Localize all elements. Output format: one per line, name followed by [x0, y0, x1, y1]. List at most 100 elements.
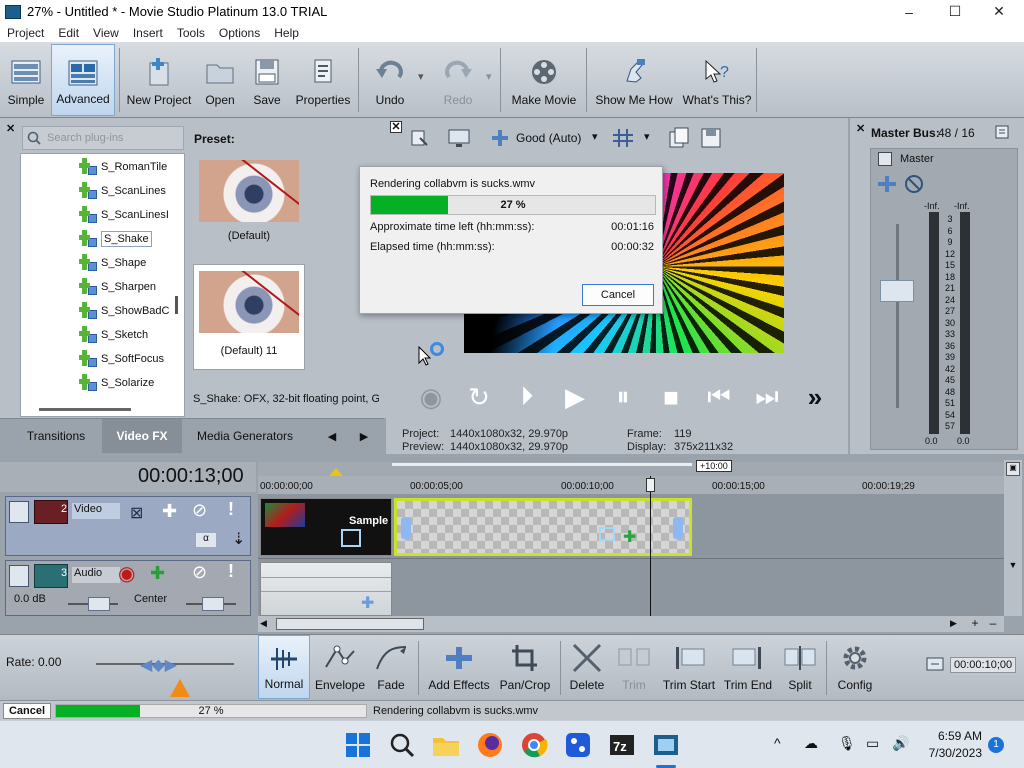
trim-start-button[interactable]: Trim Start [660, 635, 718, 699]
list-item[interactable]: S_ShowBadC [79, 300, 170, 322]
track-fx-icon[interactable]: ✚ [150, 563, 165, 584]
go-to-end-icon[interactable]: ⏭ [750, 380, 784, 414]
solo-icon[interactable]: ! [228, 499, 234, 520]
movie-studio-taskbar-icon[interactable] [650, 729, 682, 761]
track-name[interactable]: Audio [72, 567, 120, 583]
track-fx-icon[interactable]: ✚ [162, 501, 177, 522]
pan-slider[interactable] [202, 597, 224, 611]
search-icon[interactable] [386, 729, 418, 761]
list-item[interactable]: S_Sharpen [79, 276, 156, 298]
video-event[interactable]: Sample [260, 498, 392, 556]
simple-button[interactable]: Simple [2, 44, 50, 116]
undo-dropdown-icon[interactable]: ▾ [418, 70, 424, 83]
video-track-header[interactable]: 2 Video ⊠ ✚ ⊘ ! α ⇣ [5, 496, 251, 556]
alpha-icon[interactable]: α [196, 533, 216, 547]
scroll-left-icon[interactable]: ◀ [260, 618, 272, 630]
search-input[interactable]: Search plug-ins [22, 126, 184, 150]
grid-icon[interactable] [612, 128, 634, 148]
properties-button[interactable]: Properties [292, 44, 354, 116]
audio-track-header[interactable]: 3 Audio ◉ ✚ ⊘ ! 0.0 dB Center [5, 560, 251, 616]
make-movie-button[interactable]: Make Movie [508, 44, 580, 116]
rate-slider-thumb[interactable]: ◀◆▶ [140, 655, 177, 675]
chevron-down-icon[interactable]: ▾ [592, 130, 598, 143]
play-icon[interactable]: ▶ [558, 380, 592, 414]
preset-default-11[interactable]: (Default) 11 [193, 264, 305, 370]
timeline-horizontal-scrollbar[interactable]: ◀ ▶ + – [258, 616, 1004, 632]
tab-video-fx[interactable]: Video FX [102, 419, 182, 453]
list-item[interactable]: S_SoftFocus [79, 348, 164, 370]
record-icon[interactable]: ◉ [414, 380, 448, 414]
menu-options[interactable]: Options [212, 26, 267, 40]
volume-slider[interactable] [88, 597, 110, 611]
notification-badge[interactable]: 1 [988, 737, 1004, 753]
play-from-start-icon[interactable]: ⏵ [510, 380, 544, 414]
horizontal-scrollbar[interactable] [39, 408, 131, 411]
mute-icon[interactable]: ⊘ [192, 562, 207, 583]
config-button[interactable]: Config [832, 635, 878, 699]
envelope-tool-button[interactable]: Envelope [314, 635, 366, 699]
menu-tools[interactable]: Tools [170, 26, 212, 40]
whats-this-button[interactable]: ? What's This? [682, 44, 752, 116]
list-item[interactable]: S_Solarize [79, 372, 154, 394]
loop-icon[interactable]: ↻ [462, 380, 496, 414]
master-close-icon[interactable]: ✕ [856, 122, 865, 135]
pan-crop-button[interactable]: Pan/Crop [496, 635, 554, 699]
solo-icon[interactable]: ! [228, 561, 234, 582]
go-to-start-icon[interactable]: ⏮ [702, 380, 736, 414]
status-cancel-button[interactable]: Cancel [3, 702, 51, 719]
tab-media-generators[interactable]: Media Generators [190, 419, 300, 453]
mixer-properties-icon[interactable] [994, 124, 1010, 140]
pause-icon[interactable]: ⏸ [606, 380, 640, 414]
trim-handle-left[interactable] [401, 517, 411, 539]
compositing-mode-icon[interactable]: ⊠ [130, 503, 143, 523]
menu-insert[interactable]: Insert [126, 26, 170, 40]
chevron-down-icon[interactable]: ▾ [644, 130, 650, 143]
show-me-how-button[interactable]: Show Me How [594, 44, 674, 116]
list-item[interactable]: S_ScanLinesI [79, 204, 169, 226]
menu-project[interactable]: Project [0, 26, 51, 40]
menu-view[interactable]: View [86, 26, 126, 40]
list-item[interactable]: S_Shape [79, 252, 146, 274]
mute-icon[interactable]: ⊘ [192, 500, 207, 521]
app-icon[interactable] [562, 729, 594, 761]
open-button[interactable]: Open [200, 44, 240, 116]
split-screen-icon[interactable] [490, 128, 510, 148]
marker-icon[interactable] [329, 468, 343, 476]
tab-transitions[interactable]: Transitions [18, 419, 94, 453]
track-collapse-icon[interactable] [9, 565, 29, 587]
list-item[interactable]: S_Sketch [79, 324, 148, 346]
scroll-down-icon[interactable]: ▼ [1006, 560, 1020, 574]
track-name[interactable]: Video [72, 503, 120, 519]
vertical-scrollbar[interactable] [175, 296, 178, 314]
redo-dropdown-icon[interactable]: ▾ [486, 70, 492, 83]
save-snapshot-icon[interactable] [700, 127, 722, 149]
master-volume-fader[interactable] [880, 280, 914, 302]
track-collapse-icon[interactable] [9, 501, 29, 523]
menu-edit[interactable]: Edit [51, 26, 86, 40]
list-item-selected[interactable]: S_Shake [79, 228, 152, 250]
save-button[interactable]: Save [250, 44, 284, 116]
volume-icon[interactable]: 🔊 [892, 735, 909, 752]
clock-date[interactable]: 7/30/2023 [918, 746, 982, 760]
menu-help[interactable]: Help [267, 26, 306, 40]
trim-button[interactable]: Trim [612, 635, 656, 699]
next-frame-icon[interactable]: » [798, 380, 832, 414]
monitor-icon[interactable] [448, 128, 470, 148]
delete-button[interactable]: Delete [566, 635, 608, 699]
insert-fx-icon[interactable] [876, 174, 898, 194]
list-item[interactable]: S_ScanLines [79, 180, 166, 202]
new-project-button[interactable]: New Project [124, 44, 194, 116]
stop-icon[interactable]: ■ [654, 380, 688, 414]
minimize-button[interactable]: – [886, 0, 932, 23]
mute-icon[interactable] [904, 174, 924, 194]
record-arm-icon[interactable]: ◉ [118, 561, 135, 586]
playhead-handle[interactable] [646, 478, 655, 492]
file-explorer-icon[interactable] [430, 729, 462, 761]
preview-properties-icon[interactable] [410, 128, 430, 148]
generated-media-event[interactable]: ✚ [394, 498, 692, 556]
audio-event[interactable]: ✚ [260, 562, 392, 616]
start-icon[interactable] [342, 729, 374, 761]
normal-tool-button[interactable]: Normal [258, 635, 310, 699]
playhead[interactable] [650, 476, 651, 616]
network-icon[interactable]: ☁ [804, 735, 818, 752]
